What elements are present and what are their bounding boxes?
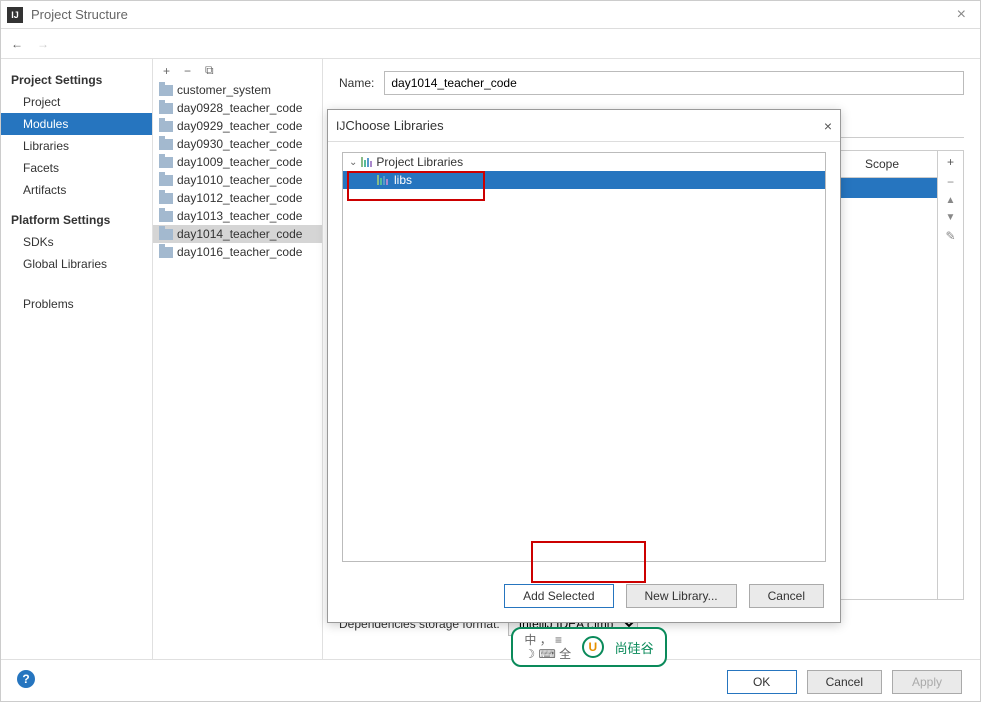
module-label: day1013_teacher_code xyxy=(177,209,302,223)
app-icon: IJ xyxy=(336,119,345,133)
module-label: day1010_teacher_code xyxy=(177,173,302,187)
module-label: day0928_teacher_code xyxy=(177,101,302,115)
ime-line2: ☽ ⌨ 全 xyxy=(524,647,571,661)
module-item[interactable]: day1012_teacher_code xyxy=(153,189,322,207)
copy-module-icon[interactable]: ⧉ xyxy=(205,63,214,78)
add-selected-button[interactable]: Add Selected xyxy=(504,584,613,608)
folder-icon xyxy=(159,103,173,114)
app-icon: IJ xyxy=(7,7,23,23)
move-up-icon[interactable]: ▲ xyxy=(946,195,956,206)
table-side-buttons: + − ▲ ▼ ✎ xyxy=(937,151,963,599)
folder-icon xyxy=(159,211,173,222)
module-item[interactable]: day1009_teacher_code xyxy=(153,153,322,171)
library-tree[interactable]: ⌄ Project Libraries libs xyxy=(342,152,826,562)
nav-project[interactable]: Project xyxy=(1,91,152,113)
module-item[interactable]: day1013_teacher_code xyxy=(153,207,322,225)
folder-icon xyxy=(159,85,173,96)
add-module-icon[interactable]: + xyxy=(163,64,170,78)
module-label: customer_system xyxy=(177,83,271,97)
nav-problems[interactable]: Problems xyxy=(1,293,152,315)
module-item[interactable]: day1014_teacher_code xyxy=(153,225,322,243)
edit-dep-icon[interactable]: ✎ xyxy=(945,229,955,243)
folder-icon xyxy=(159,157,173,168)
ime-overlay: 中 ， ≡ ☽ ⌨ 全 U 尚硅谷 xyxy=(511,627,667,667)
ok-button[interactable]: OK xyxy=(727,670,797,694)
module-item[interactable]: day1016_teacher_code xyxy=(153,243,322,261)
module-item[interactable]: customer_system xyxy=(153,81,322,99)
module-label: day1016_teacher_code xyxy=(177,245,302,259)
window-title: Project Structure xyxy=(31,7,128,22)
choose-libraries-dialog: IJ Choose Libraries × ⌄ Project Librarie… xyxy=(327,109,841,623)
name-label: Name: xyxy=(339,76,374,90)
titlebar: IJ Project Structure × xyxy=(1,1,980,29)
add-dep-icon[interactable]: + xyxy=(947,155,954,169)
dialog-close-icon[interactable]: × xyxy=(824,118,832,134)
module-item[interactable]: day1010_teacher_code xyxy=(153,171,322,189)
tree-item-label: libs xyxy=(394,173,412,187)
tree-item-libs[interactable]: libs xyxy=(343,171,825,189)
apply-button[interactable]: Apply xyxy=(892,670,962,694)
module-label: day1014_teacher_code xyxy=(177,227,302,241)
dialog-title: Choose Libraries xyxy=(345,118,443,133)
nav-modules[interactable]: Modules xyxy=(1,113,152,135)
scope-column[interactable]: Scope xyxy=(827,151,937,177)
remove-dep-icon[interactable]: − xyxy=(947,175,954,189)
remove-module-icon[interactable]: − xyxy=(184,64,191,78)
module-item[interactable]: day0928_teacher_code xyxy=(153,99,322,117)
chevron-down-icon[interactable]: ⌄ xyxy=(349,157,357,168)
tree-root[interactable]: ⌄ Project Libraries xyxy=(343,153,825,171)
name-input[interactable] xyxy=(384,71,964,95)
library-icon xyxy=(377,175,388,185)
folder-icon xyxy=(159,121,173,132)
tree-root-label: Project Libraries xyxy=(376,155,463,169)
forward-icon[interactable]: → xyxy=(37,37,49,51)
module-label: day1009_teacher_code xyxy=(177,155,302,169)
help-icon[interactable]: ? xyxy=(17,670,35,688)
module-list: + − ⧉ customer_system day0928_teacher_co… xyxy=(153,59,323,659)
new-library-button[interactable]: New Library... xyxy=(626,584,737,608)
main-toolbar: ← → xyxy=(1,29,980,59)
section-platform-settings: Platform Settings xyxy=(1,209,152,231)
ime-brand: 尚硅谷 xyxy=(615,638,654,657)
modal-cancel-button[interactable]: Cancel xyxy=(749,584,824,608)
folder-icon xyxy=(159,229,173,240)
bottom-bar: OK Cancel Apply xyxy=(1,659,980,703)
library-icon xyxy=(361,157,372,167)
cancel-button[interactable]: Cancel xyxy=(807,670,882,694)
module-label: day0930_teacher_code xyxy=(177,137,302,151)
nav-sdks[interactable]: SDKs xyxy=(1,231,152,253)
nav-global-libraries[interactable]: Global Libraries xyxy=(1,253,152,275)
module-item[interactable]: day0930_teacher_code xyxy=(153,135,322,153)
folder-icon xyxy=(159,247,173,258)
ime-line1: 中 ， ≡ xyxy=(524,633,571,647)
section-project-settings: Project Settings xyxy=(1,69,152,91)
left-nav: Project Settings Project Modules Librari… xyxy=(1,59,153,659)
nav-artifacts[interactable]: Artifacts xyxy=(1,179,152,201)
move-down-icon[interactable]: ▼ xyxy=(946,212,956,223)
nav-facets[interactable]: Facets xyxy=(1,157,152,179)
folder-icon xyxy=(159,139,173,150)
module-label: day0929_teacher_code xyxy=(177,119,302,133)
nav-libraries[interactable]: Libraries xyxy=(1,135,152,157)
close-icon[interactable]: × xyxy=(949,6,974,24)
module-label: day1012_teacher_code xyxy=(177,191,302,205)
folder-icon xyxy=(159,193,173,204)
back-icon[interactable]: ← xyxy=(11,37,23,51)
folder-icon xyxy=(159,175,173,186)
ime-logo-icon: U xyxy=(582,636,604,658)
module-item[interactable]: day0929_teacher_code xyxy=(153,117,322,135)
